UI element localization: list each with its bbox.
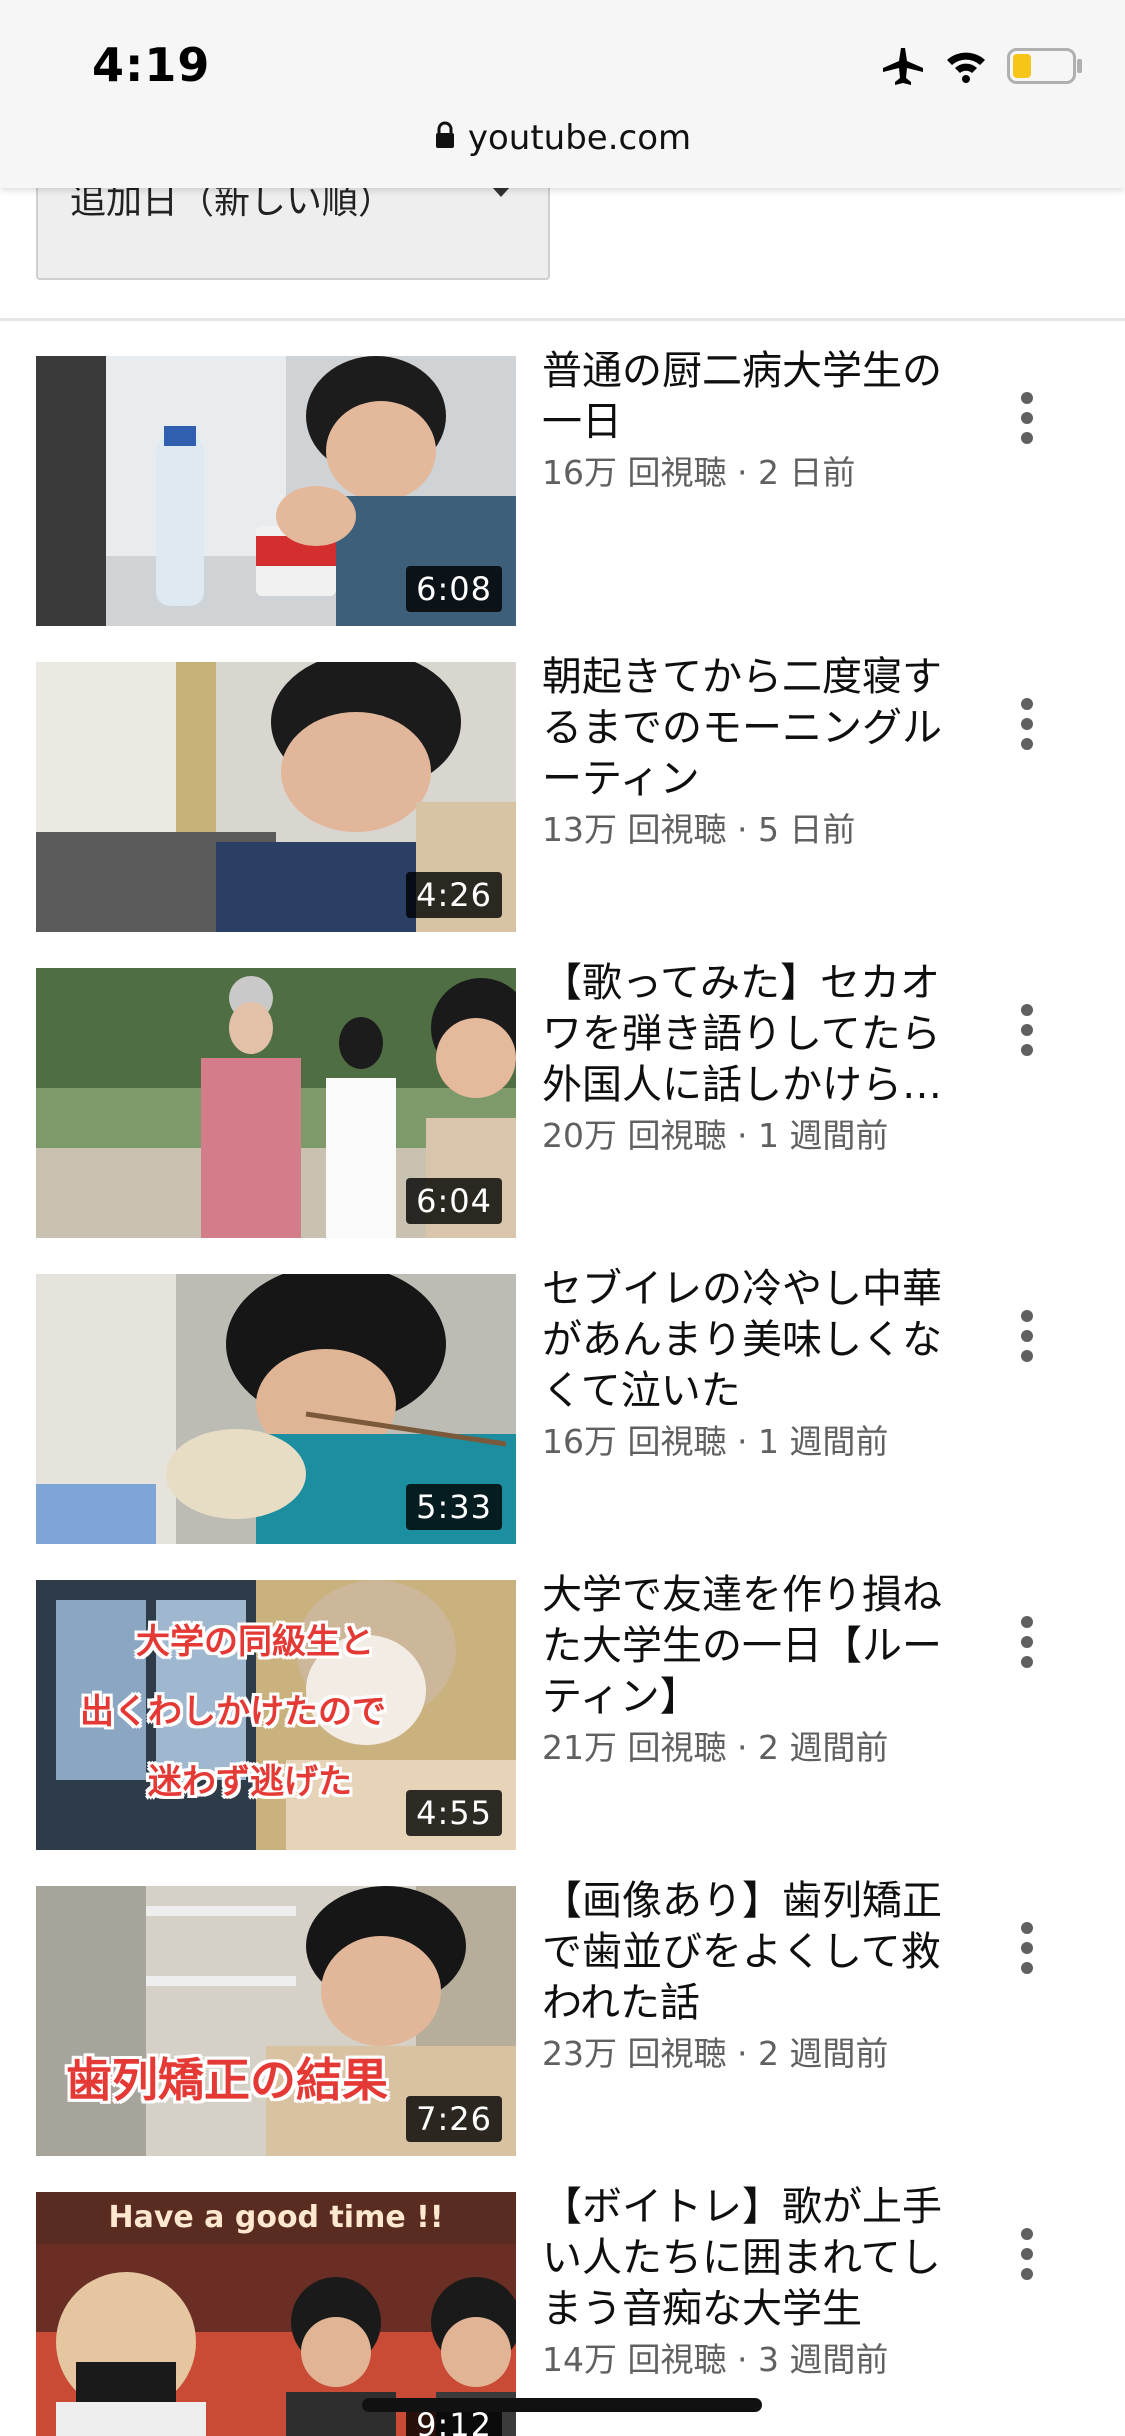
video-title[interactable]: 大学で友達を作り損ねた大学生の一日【ルーティン】 [542,1570,942,1723]
video-title[interactable]: セブイレの冷やし中華があんまり美味しくなくて泣いた [542,1264,942,1417]
battery-icon [1007,48,1083,84]
duration-badge: 7:26 [406,2096,502,2142]
more-options-icon[interactable] [1012,2228,1042,2288]
video-meta: 朝起きてから二度寝するまでのモーニングルーティン 13万 回視聴 · 5 日前 [542,652,942,853]
video-thumbnail[interactable]: 6:04 [36,968,516,1238]
video-thumbnail[interactable]: 歯列矯正の結果 7:26 [36,1886,516,2156]
status-time: 4:19 [92,38,211,92]
thumbnail-banner: Have a good time !! [36,2192,516,2244]
video-item[interactable]: 6:08 普通の厨二病大学生の一日 16万 回視聴 · 2 日前 [0,348,1125,662]
video-meta: 【画像あり】歯列矯正で歯並びをよくして救われた話 23万 回視聴 · 2 週間前 [542,1876,942,2077]
duration-badge: 4:26 [406,872,502,918]
more-options-icon[interactable] [1012,698,1042,758]
url-text: youtube.com [467,118,692,158]
more-options-icon[interactable] [1012,1616,1042,1676]
video-stats: 13万 回視聴 · 5 日前 [542,810,856,849]
video-item[interactable]: 5:33 セブイレの冷やし中華があんまり美味しくなくて泣いた 16万 回視聴 ·… [0,1266,1125,1580]
video-stats: 16万 回視聴 · 1 週間前 [542,1422,889,1461]
video-item[interactable]: 大学の同級生と 出くわしかけたので 迷わず逃げた 4:55 大学で友達を作り損ね… [0,1572,1125,1886]
thumbnail-caption: 大学の同級生と [136,1622,374,1662]
video-stats: 14万 回視聴 · 3 週間前 [542,2340,889,2379]
thumbnail-caption: 迷わず逃げた [148,1762,352,1802]
video-stats: 16万 回視聴 · 2 日前 [542,453,856,492]
video-thumbnail[interactable]: 6:08 [36,356,516,626]
youtube-mobile-page: 4:19 youtube.com 追加日（新しい順） 6:08 普通の厨二病大学… [0,0,1125,2436]
video-meta: 大学で友達を作り損ねた大学生の一日【ルーティン】 21万 回視聴 · 2 週間前 [542,1570,942,1771]
video-thumbnail[interactable]: 大学の同級生と 出くわしかけたので 迷わず逃げた 4:55 [36,1580,516,1850]
status-icons [881,46,1083,86]
video-list: 6:08 普通の厨二病大学生の一日 16万 回視聴 · 2 日前 4:26 朝起… [0,348,1125,2436]
duration-badge: 4:55 [406,1790,502,1836]
airplane-icon [881,46,925,86]
duration-badge: 6:08 [406,566,502,612]
video-title[interactable]: 【画像あり】歯列矯正で歯並びをよくして救われた話 [542,1876,942,2029]
duration-badge: 5:33 [406,1484,502,1530]
more-options-icon[interactable] [1012,1922,1042,1982]
video-title[interactable]: 【歌ってみた】セカオワを弾き語りしてたら外国人に話しかけられた [542,958,942,1111]
thumbnail-caption: 出くわしかけたので [80,1692,386,1732]
video-stats: 20万 回視聴 · 1 週間前 [542,1116,889,1155]
more-options-icon[interactable] [1012,392,1042,452]
browser-header: 4:19 youtube.com [0,0,1125,188]
video-stats: 21万 回視聴 · 2 週間前 [542,1728,889,1767]
thumbnail-caption: 歯列矯正の結果 [66,2053,388,2107]
more-options-icon[interactable] [1012,1004,1042,1064]
video-title[interactable]: 【ボイトレ】歌が上手い人たちに囲まれてしまう音痴な大学生 [542,2182,942,2335]
video-item[interactable]: 6:04 【歌ってみた】セカオワを弾き語りしてたら外国人に話しかけられた 20万… [0,960,1125,1274]
video-stats: 23万 回視聴 · 2 週間前 [542,2034,889,2073]
wifi-icon [945,49,987,83]
video-title[interactable]: 朝起きてから二度寝するまでのモーニングルーティン [542,652,942,805]
video-meta: 普通の厨二病大学生の一日 16万 回視聴 · 2 日前 [542,346,942,496]
video-title[interactable]: 普通の厨二病大学生の一日 [542,346,942,448]
video-thumbnail[interactable]: 5:33 [36,1274,516,1544]
home-indicator[interactable] [362,2398,762,2412]
url-bar[interactable]: youtube.com [0,118,1125,158]
video-meta: セブイレの冷やし中華があんまり美味しくなくて泣いた 16万 回視聴 · 1 週間… [542,1264,942,1465]
video-item[interactable]: 歯列矯正の結果 7:26 【画像あり】歯列矯正で歯並びをよくして救われた話 23… [0,1878,1125,2192]
lock-icon [434,118,456,158]
more-options-icon[interactable] [1012,1310,1042,1370]
video-meta: 【歌ってみた】セカオワを弾き語りしてたら外国人に話しかけられた 20万 回視聴 … [542,958,942,1159]
video-thumbnail[interactable]: 4:26 [36,662,516,932]
divider [0,318,1125,321]
video-item[interactable]: 4:26 朝起きてから二度寝するまでのモーニングルーティン 13万 回視聴 · … [0,654,1125,968]
video-meta: 【ボイトレ】歌が上手い人たちに囲まれてしまう音痴な大学生 14万 回視聴 · 3… [542,2182,942,2383]
duration-badge: 6:04 [406,1178,502,1224]
